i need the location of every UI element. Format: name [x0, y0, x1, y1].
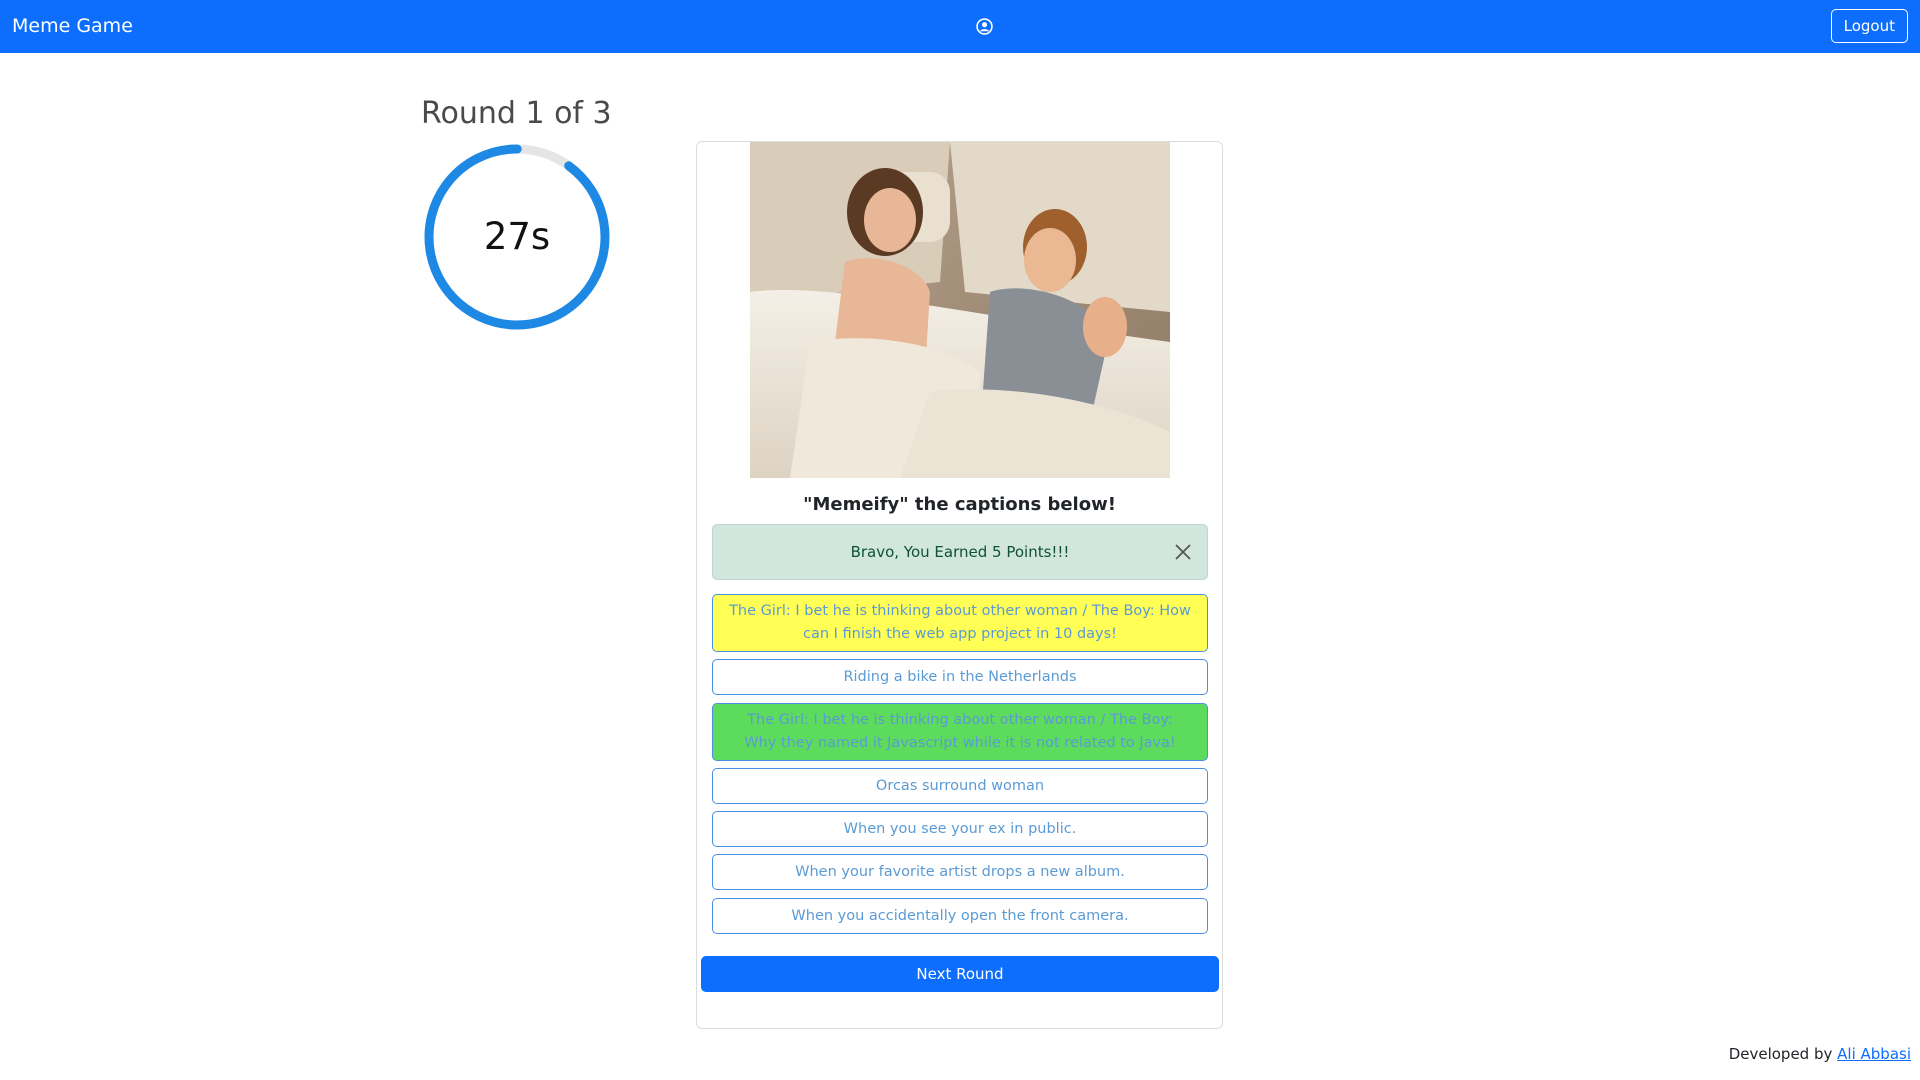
meme-image	[750, 142, 1170, 478]
points-alert: Bravo, You Earned 5 Points!!!	[712, 524, 1208, 580]
next-round-button[interactable]: Next Round	[701, 956, 1219, 992]
round-title: Round 1 of 3	[421, 96, 612, 131]
caption-option-1[interactable]: The Girl: I bet he is thinking about oth…	[712, 594, 1208, 652]
navbar: Meme Game Logout	[0, 0, 1920, 53]
alert-message: Bravo, You Earned 5 Points!!!	[850, 543, 1070, 561]
meme-card: "Memeify" the captions below! Bravo, You…	[696, 141, 1223, 1029]
meme-picture	[750, 142, 1170, 478]
caption-option-4[interactable]: Orcas surround woman	[712, 768, 1208, 804]
caption-option-3[interactable]: The Girl: I bet he is thinking about oth…	[712, 703, 1208, 761]
timer-text: 27s	[483, 215, 551, 258]
captions-heading: "Memeify" the captions below!	[803, 494, 1116, 515]
logout-button[interactable]: Logout	[1830, 9, 1908, 43]
author-link[interactable]: Ali Abbasi	[1837, 1045, 1911, 1063]
caption-option-6[interactable]: When your favorite artist drops a new al…	[712, 854, 1208, 890]
user-circle-icon[interactable]	[976, 18, 993, 35]
countdown-timer: 27s	[421, 141, 613, 333]
caption-option-7[interactable]: When you accidentally open the front cam…	[712, 898, 1208, 934]
caption-option-2[interactable]: Riding a bike in the Netherlands	[712, 659, 1208, 695]
close-icon[interactable]	[1173, 542, 1193, 562]
caption-option-5[interactable]: When you see your ex in public.	[712, 811, 1208, 847]
footer-prefix: Developed by	[1728, 1045, 1833, 1063]
footer: Developed by Ali Abbasi	[1729, 1045, 1911, 1063]
brand-title[interactable]: Meme Game	[12, 0, 133, 53]
